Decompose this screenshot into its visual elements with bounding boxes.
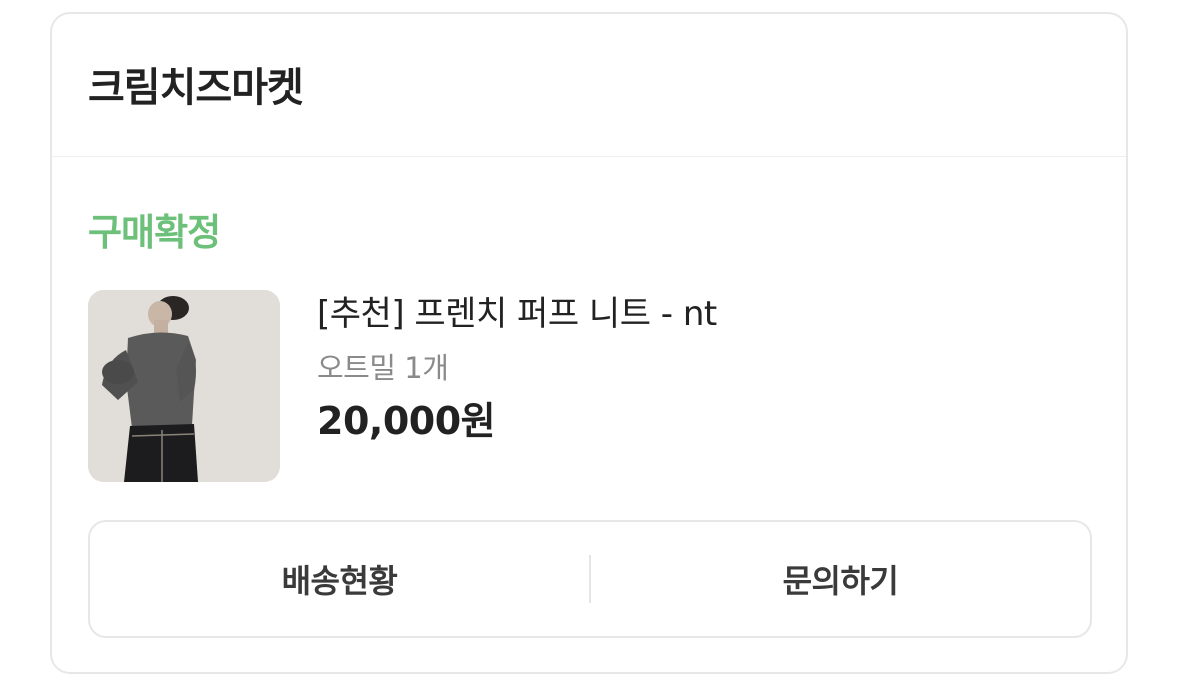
shipping-status-button[interactable]: 배송현황 [90, 522, 589, 636]
product-option: 오트밀 1개 [317, 351, 449, 385]
card-header: 크림치즈마켓 [52, 14, 1126, 157]
order-status-label: 구매확정 [88, 211, 221, 254]
inquiry-button[interactable]: 문의하기 [591, 522, 1090, 636]
product-price: 20,000원 [317, 399, 496, 443]
product-name[interactable]: [추천] 프렌치 퍼프 니트 - nt [317, 292, 717, 336]
order-card: 크림치즈마켓 구매확정 [추천] 프렌치 퍼프 니트 - nt 오트밀 1개 2… [50, 12, 1128, 674]
product-info: [추천] 프렌치 퍼프 니트 - nt 오트밀 1개 20,000원 [317, 292, 717, 444]
store-name[interactable]: 크림치즈마켓 [88, 55, 304, 113]
product-photo-image [88, 290, 280, 482]
product-thumbnail[interactable] [88, 290, 280, 482]
action-bar: 배송현황 문의하기 [88, 520, 1092, 638]
